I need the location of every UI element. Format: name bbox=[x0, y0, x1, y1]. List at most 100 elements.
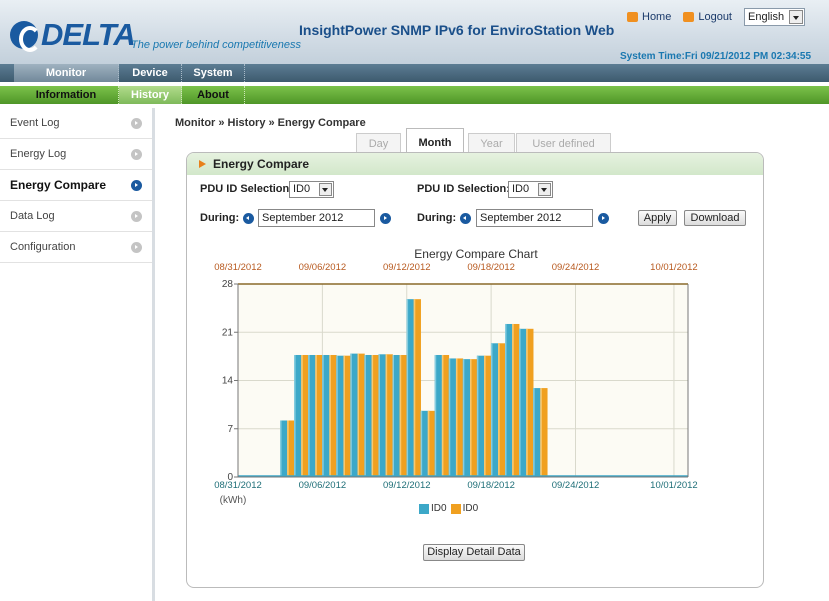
chevron-right-icon bbox=[131, 118, 142, 129]
bar-series-2-highlight bbox=[526, 328, 528, 477]
legend-label-series-1: ID0 bbox=[431, 503, 447, 514]
nav-system[interactable]: System bbox=[182, 64, 245, 82]
x-tick-label-top: 09/12/2012 bbox=[383, 262, 431, 273]
legend-label-series-2: ID0 bbox=[462, 503, 479, 514]
subnav-information[interactable]: Information bbox=[14, 86, 119, 104]
bar-series-1-highlight bbox=[533, 388, 535, 477]
bar-series-2-highlight bbox=[371, 354, 374, 477]
sidebar-item-label: Event Log bbox=[10, 117, 60, 129]
bar-series-2-highlight bbox=[441, 354, 444, 477]
sidebar-item-label: Energy Log bbox=[10, 148, 67, 160]
bar-series-1-highlight bbox=[280, 420, 282, 477]
brand-tagline: The power behind competitiveness bbox=[131, 39, 301, 51]
sidebar-item-event-log[interactable]: Event Log bbox=[0, 108, 152, 139]
logout-label: Logout bbox=[698, 11, 732, 23]
energy-compare-chart: 0714212808/31/201208/31/201209/06/201209… bbox=[214, 262, 698, 506]
home-label: Home bbox=[642, 11, 672, 23]
x-tick-label-top: 10/01/2012 bbox=[650, 262, 698, 273]
bar-series-2-highlight bbox=[329, 354, 331, 477]
bar-series-1-highlight bbox=[505, 323, 507, 477]
home-icon bbox=[627, 12, 638, 22]
display-detail-data-button[interactable]: Display Detail Data bbox=[423, 544, 525, 561]
delta-logo-icon bbox=[10, 21, 41, 52]
bar-series-1-highlight bbox=[420, 410, 423, 477]
top-links: Home Logout English bbox=[627, 8, 806, 26]
x-tick-label-top: 09/24/2012 bbox=[552, 262, 600, 273]
nav-monitor[interactable]: Monitor bbox=[14, 64, 119, 82]
bar-series-2-highlight bbox=[455, 358, 458, 477]
app-title: InsightPower SNMP IPv6 for EnviroStation… bbox=[299, 22, 615, 38]
bar-series-2-highlight bbox=[413, 299, 416, 477]
sidebar-item-data-log[interactable]: Data Log bbox=[0, 201, 152, 232]
x-tick-label-bottom: 09/12/2012 bbox=[383, 480, 431, 491]
sidebar-item-configuration[interactable]: Configuration bbox=[0, 232, 152, 263]
bar-series-1-highlight bbox=[392, 354, 395, 477]
bar-series-2-highlight bbox=[498, 343, 500, 477]
bar-series-1-highlight bbox=[294, 354, 296, 477]
x-tick-label-bottom: 09/06/2012 bbox=[299, 480, 347, 491]
breadcrumb: Monitor » History » Energy Compare bbox=[175, 117, 366, 129]
bar-series-2-highlight bbox=[470, 359, 472, 477]
nav-device[interactable]: Device bbox=[119, 64, 182, 82]
y-tick-label: 14 bbox=[222, 376, 234, 387]
sidebar-item-label: Configuration bbox=[10, 241, 76, 253]
bar-series-2-highlight bbox=[343, 355, 345, 477]
bar-series-2-highlight bbox=[301, 354, 303, 477]
x-tick-label-bottom: 10/01/2012 bbox=[650, 480, 698, 491]
bar-series-1-highlight bbox=[378, 354, 380, 477]
legend-swatch-series-2 bbox=[450, 503, 461, 514]
y-tick-label: 7 bbox=[227, 424, 233, 435]
x-tick-label-top: 09/06/2012 bbox=[299, 262, 347, 273]
bar-series-1-highlight bbox=[476, 355, 479, 477]
bar-series-1-highlight bbox=[406, 299, 409, 477]
bar-series-1-highlight bbox=[519, 328, 521, 477]
x-tick-label-bottom: 09/18/2012 bbox=[467, 480, 515, 491]
sidebar: Event Log Energy Log Energy Compare Data Lo… bbox=[0, 108, 155, 601]
secondary-nav: Information History About bbox=[0, 86, 829, 104]
bar-series-1-highlight bbox=[350, 353, 352, 477]
sidebar-item-label: Data Log bbox=[10, 210, 55, 222]
logout-icon bbox=[683, 12, 695, 22]
bar-series-1-highlight bbox=[308, 354, 310, 477]
subnav-about[interactable]: About bbox=[182, 86, 245, 104]
bar-series-2-highlight bbox=[427, 410, 430, 477]
brand-logo: DELTA bbox=[41, 17, 136, 52]
system-time: System Time:Fri 09/21/2012 PM 02:34:55 bbox=[620, 51, 812, 62]
bar-series-2-highlight bbox=[385, 354, 388, 477]
y-tick-label: 21 bbox=[222, 327, 234, 338]
bar-series-1-highlight bbox=[322, 354, 324, 477]
chevron-right-icon bbox=[131, 149, 142, 160]
x-tick-label-bottom: 09/24/2012 bbox=[552, 480, 600, 491]
bar-series-2-highlight bbox=[315, 354, 317, 477]
sidebar-item-label: Energy Compare bbox=[10, 178, 107, 192]
bar-series-2-highlight bbox=[399, 354, 402, 477]
bar-series-1-highlight bbox=[462, 359, 465, 477]
primary-nav: Monitor Device System bbox=[0, 64, 829, 82]
chevron-right-icon bbox=[131, 180, 142, 191]
x-tick-label-top: 08/31/2012 bbox=[214, 262, 262, 273]
language-value: English bbox=[748, 11, 785, 23]
bar-series-1-highlight bbox=[434, 354, 437, 477]
app-header: DELTA The power behind competitiveness I… bbox=[0, 0, 829, 64]
x-tick-label-top: 09/18/2012 bbox=[467, 262, 515, 273]
logout-link[interactable]: Logout bbox=[683, 11, 732, 23]
subnav-history[interactable]: History bbox=[119, 86, 182, 104]
bar-series-2-highlight bbox=[540, 388, 542, 477]
energy-compare-panel: Energy Compare PDU ID Selection: ID0 PDU… bbox=[186, 152, 764, 588]
chevron-down-icon bbox=[789, 10, 804, 24]
bar-series-1-highlight bbox=[490, 343, 493, 477]
y-tick-label: 28 bbox=[222, 279, 234, 290]
home-link[interactable]: Home bbox=[627, 11, 671, 23]
bar-series-1-highlight bbox=[364, 354, 366, 477]
bar-series-1-highlight bbox=[336, 355, 338, 477]
chart-legend: ID0 ID0 bbox=[419, 503, 478, 514]
sidebar-item-energy-log[interactable]: Energy Log bbox=[0, 139, 152, 170]
bar-series-2-highlight bbox=[357, 353, 360, 477]
bar-series-2-highlight bbox=[512, 323, 514, 477]
bar-series-2-highlight bbox=[287, 420, 289, 477]
legend-swatch-series-1 bbox=[419, 503, 429, 514]
chevron-right-icon bbox=[131, 242, 142, 253]
sidebar-item-energy-compare[interactable]: Energy Compare bbox=[0, 170, 152, 201]
bar-series-1-highlight bbox=[448, 358, 451, 477]
language-select[interactable]: English bbox=[744, 8, 806, 26]
